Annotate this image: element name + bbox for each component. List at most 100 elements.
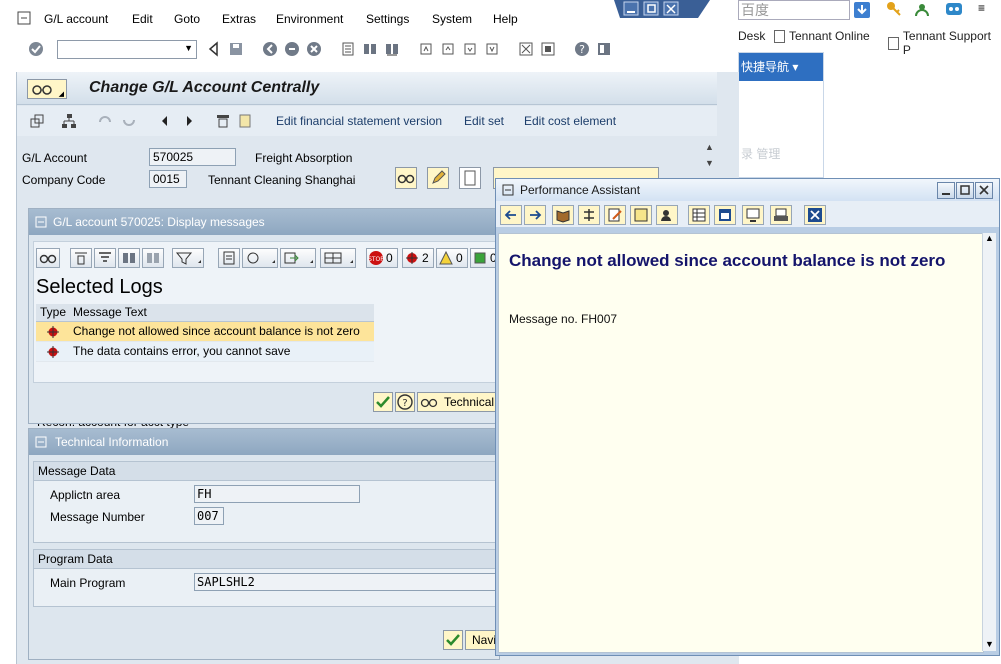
settings-icon[interactable] [742,205,764,225]
cancel-icon[interactable] [306,41,322,57]
menu-goto[interactable]: Goto [174,12,200,26]
refresh-user-icon[interactable] [914,1,930,17]
table-icon[interactable] [688,205,710,225]
help-icon[interactable]: ? [574,41,590,57]
technical-info-button[interactable]: Technical [417,392,501,412]
bookmark-desk[interactable]: Desk [738,29,765,43]
shortcut-icon[interactable] [540,41,556,57]
create-session-icon[interactable] [518,41,534,57]
switch-icon[interactable] [29,113,45,129]
back-arrow-icon[interactable] [500,205,522,225]
menu-edit[interactable]: Edit [132,12,153,26]
find-button[interactable] [118,248,140,268]
delete-icon[interactable] [215,113,231,129]
download-icon[interactable] [853,1,871,19]
menu-settings[interactable]: Settings [366,12,409,26]
window-menu-icon[interactable] [35,436,47,448]
hierarchy-icon[interactable] [61,113,77,129]
export-button[interactable] [280,248,316,268]
align-top-button[interactable] [70,248,92,268]
command-field[interactable]: ▼ [57,40,197,59]
view-button[interactable] [242,248,278,268]
table-row[interactable]: The data contains error, you cannot save [36,342,374,362]
note-icon[interactable] [630,205,652,225]
next-page-icon[interactable] [462,41,478,57]
help-button[interactable]: ? [395,392,415,412]
window-menu-icon[interactable] [502,184,514,196]
minimize-button[interactable] [937,182,955,199]
print-icon[interactable] [770,205,792,225]
menu-help[interactable]: Help [493,12,518,26]
bookmark-tennant-support[interactable]: Tennant Support P [888,29,1001,57]
menu-extras[interactable]: Extras [222,12,256,26]
edit-cost-element-link[interactable]: Edit cost element [524,114,616,128]
column-message-text-header[interactable]: Message Text [73,304,147,321]
filter-stop-button[interactable]: STOP 0 [366,248,398,268]
print-icon[interactable] [340,41,356,57]
scroll-down-icon[interactable]: ▼ [985,639,994,649]
undo-icon[interactable] [97,113,113,129]
next-icon[interactable] [181,113,197,129]
column-type-header[interactable]: Type [36,304,70,321]
bookmark-tennant-online[interactable]: Tennant Online [774,29,870,43]
back-icon[interactable] [262,41,278,57]
window-menu-icon[interactable] [17,11,31,25]
scroll-up-icon[interactable]: ▲ [985,233,994,243]
gamepad-icon[interactable] [945,1,963,17]
window-icon[interactable] [714,205,736,225]
print-button[interactable] [218,248,240,268]
menu-environment[interactable]: Environment [276,12,343,26]
book-icon[interactable] [552,205,574,225]
menu-system[interactable]: System [432,12,472,26]
scroll-down-icon[interactable]: ▼ [705,158,714,168]
save-icon[interactable] [228,41,244,57]
edit-pencil-button[interactable] [427,167,449,189]
maximize-button[interactable] [956,182,974,199]
previous-icon[interactable] [157,113,173,129]
vertical-scrollbar[interactable]: ▲ ▼ [982,233,996,651]
details-glasses-button[interactable] [36,248,60,268]
applictn-area-field[interactable]: FH [194,485,360,503]
quick-nav-title[interactable]: 快捷导航 ▾ [739,53,823,81]
back-arrow-icon[interactable] [206,41,222,57]
close-icon[interactable] [804,205,826,225]
message-number-field[interactable]: 007 [194,507,224,525]
table-row[interactable]: Change not allowed since account balance… [36,322,374,342]
edit-financial-statement-link[interactable]: Edit financial statement version [276,114,442,128]
exit-icon[interactable] [284,41,300,57]
chevron-down-icon[interactable]: ▼ [184,43,193,53]
find-next-button[interactable] [142,248,164,268]
browser-search-box[interactable]: 百度 [738,0,850,20]
find-icon[interactable] [362,41,378,57]
previous-page-icon[interactable] [440,41,456,57]
filter-button[interactable] [172,248,204,268]
forward-arrow-icon[interactable] [524,205,546,225]
company-code-input[interactable]: 0015 [149,170,187,188]
scroll-up-icon[interactable]: ▲ [705,142,714,152]
layout-button[interactable] [320,248,356,268]
redo-icon[interactable] [121,113,137,129]
structure-icon[interactable] [578,205,600,225]
menu-icon[interactable]: ≡ [978,1,985,15]
filter-error-button[interactable]: 2 [402,248,434,268]
layout-menu-icon[interactable] [596,41,612,57]
key-icon[interactable] [886,1,902,17]
main-program-field[interactable]: SAPLSHL2 [194,573,502,591]
tech-continue-button[interactable] [443,630,463,650]
sort-button[interactable] [94,248,116,268]
new-document-button[interactable] [459,167,481,189]
first-page-icon[interactable] [418,41,434,57]
menu-gl-account[interactable]: G/L account [44,12,108,26]
continue-button[interactable] [373,392,393,412]
document-icon[interactable] [237,113,253,129]
gl-account-input[interactable]: 570025 [149,148,236,166]
close-button[interactable] [975,182,993,199]
find-next-icon[interactable] [384,41,400,57]
enter-check-icon[interactable] [28,41,44,57]
transaction-menu-button[interactable]: ◢ [27,79,67,99]
display-glasses-button[interactable] [395,167,417,189]
last-page-icon[interactable] [484,41,500,57]
window-menu-icon[interactable] [35,216,47,228]
edit-icon[interactable] [604,205,626,225]
user-search-icon[interactable] [656,205,678,225]
